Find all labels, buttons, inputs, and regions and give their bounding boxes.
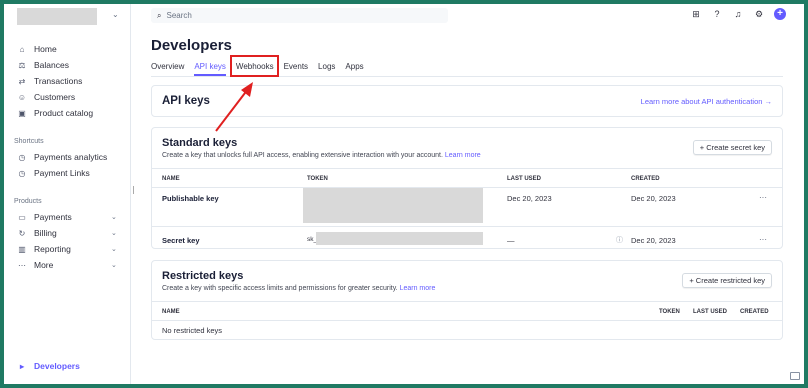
console-icon[interactable] <box>790 372 800 380</box>
annotation-arrow-icon <box>215 82 253 132</box>
